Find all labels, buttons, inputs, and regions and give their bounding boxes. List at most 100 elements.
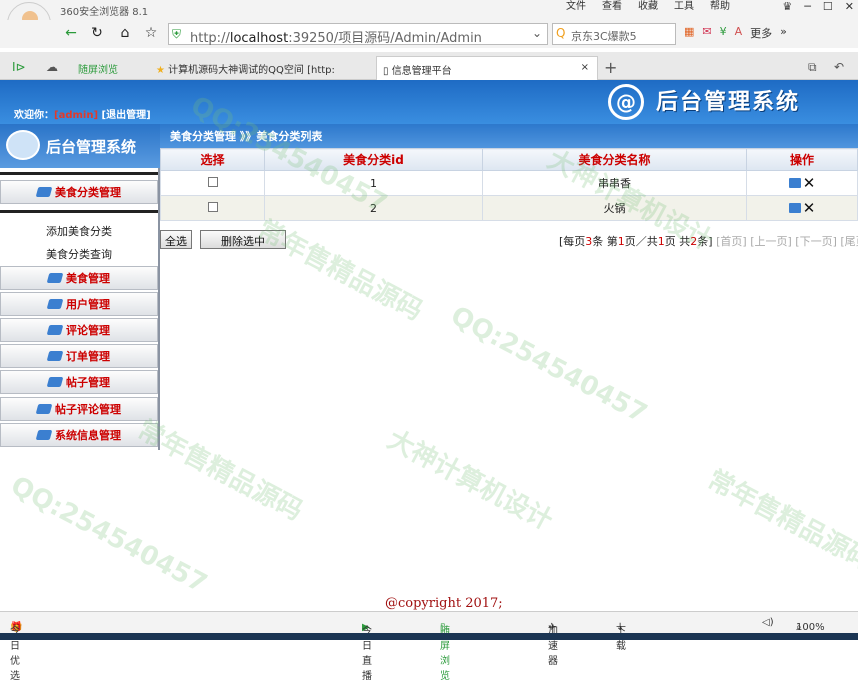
- money-icon[interactable]: ¥: [720, 25, 727, 41]
- watermark: 常年售精品源码: [702, 464, 858, 577]
- breadcrumb: 美食分类管理 》》美食分类列表: [160, 124, 858, 148]
- tab-screen-browse[interactable]: 随屏浏览: [72, 56, 140, 80]
- group-label: 美食分类管理: [55, 186, 121, 199]
- logout-link[interactable]: [退出管理]: [102, 110, 151, 121]
- delete-icon[interactable]: ✕: [803, 174, 816, 192]
- menu-tools[interactable]: 工具: [674, 0, 694, 14]
- menu-icon: [35, 404, 53, 414]
- star-tab-icon: ★: [156, 65, 169, 76]
- undo-icon[interactable]: ↶: [834, 60, 844, 74]
- sidebar-group-food[interactable]: 美食管理: [0, 266, 158, 290]
- menu-icon: [35, 430, 53, 440]
- watermark: 大神计算机设计: [382, 424, 558, 537]
- username: [admin]: [54, 110, 99, 121]
- translate-icon[interactable]: A: [735, 25, 743, 41]
- minimize-icon[interactable]: ─: [804, 0, 811, 13]
- menu-view[interactable]: 查看: [602, 0, 622, 14]
- sidebar-item-add-category[interactable]: 添加美食分类: [46, 223, 112, 239]
- maximize-icon[interactable]: ☐: [823, 0, 833, 13]
- prev-page-link[interactable]: [上一页]: [750, 235, 792, 248]
- last-page-link[interactable]: [尾页]: [840, 235, 858, 248]
- watermark: QQ:254540457: [5, 470, 212, 600]
- home-icon[interactable]: ⌂: [116, 24, 134, 42]
- sidebar-title: 后台管理系统: [46, 138, 137, 156]
- copyright: @copyright 2017;: [385, 596, 503, 611]
- table-header-row: 选择 美食分类id 美食分类名称 操作: [160, 148, 858, 171]
- row-actions: ✕: [746, 195, 858, 221]
- sidebar-item-query-category[interactable]: 美食分类查询: [46, 246, 112, 262]
- menu-favorites[interactable]: 收藏: [638, 0, 658, 14]
- sidebar-group-food-category[interactable]: 美食分类管理: [0, 180, 158, 204]
- next-page-link[interactable]: [下一页]: [795, 235, 837, 248]
- table-row: 1 串串香 ✕: [160, 170, 858, 196]
- welcome-text: 欢迎你：[admin] [退出管理]: [14, 110, 151, 121]
- sound-icon[interactable]: ◁): [762, 617, 774, 628]
- tab-label: 信息管理平台: [391, 66, 452, 77]
- pagination: [每页3条 第1页／共1页 共2条] [首页] [上一页] [下一页] [尾页]: [559, 233, 858, 249]
- row-select-cell: [160, 170, 265, 196]
- row-name: 火锅: [482, 195, 747, 221]
- column-header: 美食分类名称: [482, 148, 747, 171]
- row-id: 2: [264, 195, 483, 221]
- row-checkbox[interactable]: [207, 176, 218, 187]
- at-logo-icon: @: [608, 84, 644, 120]
- menu-file[interactable]: 文件: [566, 0, 586, 14]
- sidebar-group-comments[interactable]: 评论管理: [0, 318, 158, 342]
- table-row: 2 火锅 ✕: [160, 195, 858, 221]
- menu-icon: [46, 273, 64, 283]
- expand-icon[interactable]: »: [780, 25, 787, 41]
- sidebar-group-orders[interactable]: 订单管理: [0, 344, 158, 368]
- skin-icon[interactable]: ♛: [782, 0, 792, 13]
- cloud-icon[interactable]: ☁: [46, 60, 58, 74]
- delete-selected-button[interactable]: 删除选中: [200, 230, 286, 249]
- star-icon[interactable]: ☆: [142, 24, 160, 42]
- select-all-button[interactable]: 全选: [160, 230, 192, 249]
- close-window-icon[interactable]: ✕: [845, 0, 854, 13]
- first-page-link[interactable]: [首页]: [716, 235, 747, 248]
- toolbar-right: ▦ ✉ ¥ A 更多 »: [684, 25, 787, 41]
- search-input[interactable]: 京东3C爆款5: [552, 23, 676, 45]
- row-actions: ✕: [746, 170, 858, 196]
- menu-icon: [46, 351, 64, 361]
- status-bar: 🎁 今日优选 ▶ 今日直播 ▯ 随屏浏览 ✈ 加速器 ↓ 下载 ◁) ⌕ 100…: [0, 611, 858, 682]
- sidebar-toggle-icon[interactable]: I⊳: [12, 60, 26, 74]
- menu-icon: [46, 299, 64, 309]
- column-header: 操作: [746, 148, 858, 171]
- sidebar-group-system-info[interactable]: 系统信息管理: [0, 423, 158, 447]
- close-tab-icon[interactable]: ×: [581, 62, 589, 73]
- refresh-icon[interactable]: ↻: [88, 24, 106, 42]
- new-tab-icon[interactable]: +: [604, 58, 617, 77]
- divider: [0, 210, 158, 213]
- edit-icon[interactable]: [788, 203, 801, 213]
- row-name: 串串香: [482, 170, 747, 196]
- column-header: 选择: [160, 148, 265, 171]
- sidebar-group-users[interactable]: 用户管理: [0, 292, 158, 316]
- system-title: 后台管理系统: [656, 90, 801, 115]
- menu-icon: [35, 187, 53, 197]
- page-icon: ▯: [383, 66, 392, 77]
- restore-tab-icon[interactable]: ⧉: [808, 60, 817, 75]
- sidebar-group-post-comments[interactable]: 帖子评论管理: [0, 397, 158, 421]
- search-user-icon: [6, 130, 40, 160]
- edit-icon[interactable]: [788, 178, 801, 188]
- row-checkbox[interactable]: [207, 201, 218, 212]
- tab-label: 计算机源码大神调试的QQ空间 [http:: [168, 65, 335, 76]
- tab-qq-space[interactable]: ★ 计算机源码大神调试的QQ空间 [http:: [150, 56, 366, 80]
- more-button[interactable]: 更多: [750, 25, 772, 41]
- watermark: 常年售精品源码: [252, 214, 428, 327]
- back-icon[interactable]: ←: [62, 24, 80, 42]
- browser-title: 360安全浏览器 8.1: [60, 7, 149, 18]
- menu-help[interactable]: 帮助: [710, 0, 730, 14]
- watermark: QQ:254540457: [445, 300, 652, 430]
- tab-admin[interactable]: ▯ 信息管理平台 ×: [376, 56, 598, 80]
- category-table: 选择 美食分类id 美食分类名称 操作 1 串串香 ✕ 2 火锅 ✕: [160, 148, 858, 221]
- mail-icon[interactable]: ✉: [702, 25, 711, 41]
- delete-icon[interactable]: ✕: [803, 199, 816, 217]
- chevron-down-icon[interactable]: ⌄: [532, 26, 542, 40]
- search-icon: Q: [556, 26, 566, 40]
- apps-icon[interactable]: ▦: [684, 25, 694, 41]
- sidebar-group-posts[interactable]: 帖子管理: [0, 370, 158, 394]
- shield-icon: ⛨: [172, 27, 182, 41]
- row-select-cell: [160, 195, 265, 221]
- url-text: http://localhost:39250/项目源码/Admin/Admin: [190, 31, 482, 46]
